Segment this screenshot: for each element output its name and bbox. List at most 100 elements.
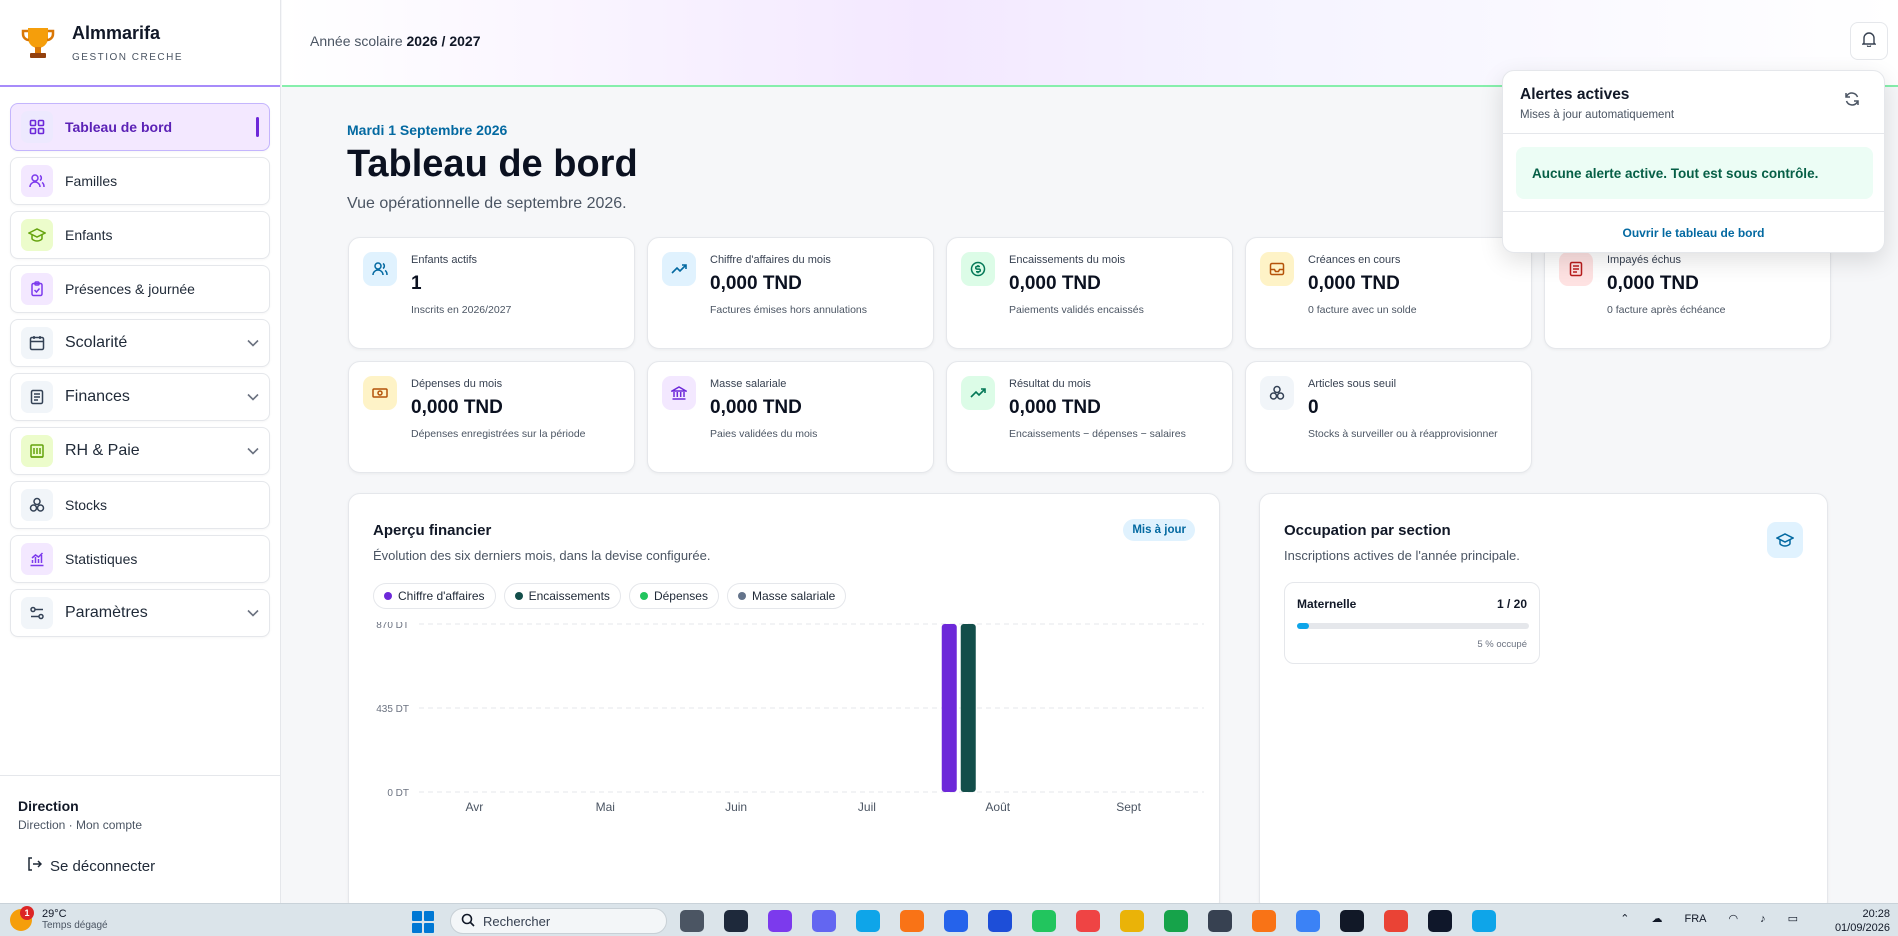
app-icon[interactable]	[1296, 910, 1320, 932]
wifi-icon[interactable]: ◠	[1728, 912, 1738, 925]
kpi-chiffre-affaires[interactable]: Chiffre d'affaires du mois 0,000 TND Fac…	[647, 237, 934, 349]
chevron-down-icon[interactable]	[247, 604, 259, 622]
users-icon	[21, 165, 53, 197]
kpi-label: Créances en cours	[1308, 254, 1401, 266]
app-icon[interactable]	[1252, 910, 1276, 932]
boxes-icon	[21, 489, 53, 521]
user-role: Direction	[18, 798, 79, 814]
kpi-caption: Paiements validés encaissés	[1009, 304, 1144, 316]
chevron-up-icon[interactable]: ⌃	[1620, 912, 1629, 925]
taskbar-search[interactable]: Rechercher	[450, 908, 667, 934]
task-view-icon[interactable]	[680, 910, 704, 932]
sidebar-item-rh-paie[interactable]: RH & Paie	[10, 427, 270, 475]
sidebar-item-presences[interactable]: Présences & journée	[10, 265, 270, 313]
refresh-icon[interactable]	[1844, 91, 1860, 112]
kpi-articles-sous-seuil[interactable]: Articles sous seuil 0 Stocks à surveille…	[1245, 361, 1532, 473]
file-explorer-icon[interactable]	[1120, 910, 1144, 932]
app-icon[interactable]	[900, 910, 924, 932]
y-tick-label: 0 DT	[387, 788, 409, 799]
kpi-depenses[interactable]: Dépenses du mois 0,000 TND Dépenses enre…	[348, 361, 635, 473]
legend-depenses[interactable]: Dépenses	[628, 583, 719, 609]
finance-card-title: Aperçu financier	[373, 522, 492, 539]
sidebar-item-enfants[interactable]: Enfants	[10, 211, 270, 259]
kpi-encaissements[interactable]: Encaissements du mois 0,000 TND Paiement…	[946, 237, 1233, 349]
clock[interactable]: 20:28 01/09/2026	[1835, 907, 1890, 935]
kpi-label: Chiffre d'affaires du mois	[710, 254, 831, 266]
school-year-value: 2026 / 2027	[406, 33, 481, 49]
system-tray: ⌃ ☁ FRA ◠ ♪ ▭	[1598, 912, 1798, 926]
legend-encaissements[interactable]: Encaissements	[503, 583, 621, 609]
kpi-value: 0,000 TND	[710, 273, 802, 294]
finance-card-subtitle: Évolution des six derniers mois, dans la…	[373, 548, 711, 563]
occupancy-card: Occupation par section Inscriptions acti…	[1259, 493, 1828, 913]
bar-chiffre-d-affaires-août[interactable]	[941, 624, 957, 792]
legend-label: Masse salariale	[751, 589, 836, 603]
kpi-creances[interactable]: Créances en cours 0,000 TND 0 facture av…	[1245, 237, 1532, 349]
sidebar-item-label: Paramètres	[65, 604, 148, 621]
user-account-link[interactable]: Direction · Mon compte	[18, 818, 262, 832]
whatsapp-icon[interactable]	[1032, 910, 1056, 932]
app-icon[interactable]	[988, 910, 1012, 932]
sidebar-item-parametres[interactable]: Paramètres	[10, 589, 270, 637]
kpi-masse-salariale[interactable]: Masse salariale 0,000 TND Paies validées…	[647, 361, 934, 473]
section-maternelle[interactable]: Maternelle 1 / 20 5 % occupé	[1284, 582, 1540, 664]
legend-masse-salariale[interactable]: Masse salariale	[726, 583, 847, 609]
legend-chiffre-affaires[interactable]: Chiffre d'affaires	[373, 583, 496, 609]
sidebar-item-finances[interactable]: Finances	[10, 373, 270, 421]
edge-icon[interactable]	[856, 910, 880, 932]
occupancy-card-subtitle: Inscriptions actives de l'année principa…	[1284, 548, 1520, 563]
chevron-down-icon[interactable]	[247, 334, 259, 352]
app-icon[interactable]	[724, 910, 748, 932]
occupancy-progress-bar	[1297, 623, 1529, 629]
cloud-off-icon[interactable]: ☁	[1651, 912, 1662, 925]
windows-start-icon[interactable]	[412, 911, 434, 933]
chrome-icon[interactable]	[1164, 910, 1188, 932]
language-indicator[interactable]: FRA	[1684, 913, 1706, 925]
occupancy-card-title: Occupation par section	[1284, 522, 1451, 539]
sidebar-item-label: Familles	[65, 173, 118, 189]
google-icon[interactable]	[1384, 910, 1408, 932]
clipboard-check-icon	[21, 273, 53, 305]
teams-icon[interactable]	[812, 910, 836, 932]
kpi-caption: 0 facture avec un solde	[1308, 304, 1417, 316]
open-dashboard-link[interactable]: Ouvrir le tableau de bord	[1503, 226, 1884, 240]
legend-dot	[514, 592, 523, 600]
battery-icon[interactable]: ▭	[1788, 912, 1798, 925]
snipping-tool-icon[interactable]	[1076, 910, 1100, 932]
kpi-caption: Inscrits en 2026/2027	[411, 304, 512, 316]
sidebar-item-statistiques[interactable]: Statistiques	[10, 535, 270, 583]
store-icon[interactable]	[944, 910, 968, 932]
updated-badge: Mis à jour	[1123, 519, 1195, 541]
chevron-down-icon[interactable]	[247, 388, 259, 406]
sidebar-item-tableau-de-bord[interactable]: Tableau de bord	[10, 103, 270, 151]
pinned-apps	[680, 910, 1516, 932]
chevron-down-icon[interactable]	[247, 442, 259, 460]
kpi-enfants-actifs[interactable]: Enfants actifs 1 Inscrits en 2026/2027	[348, 237, 635, 349]
chart-legend: Chiffre d'affaires Encaissements Dépense…	[373, 583, 854, 609]
kpi-caption: Paies validées du mois	[710, 428, 818, 440]
app-icon[interactable]	[1208, 910, 1232, 932]
weather-desc: Temps dégagé	[42, 920, 108, 931]
kpi-impayes[interactable]: Impayés échus 0,000 TND 0 facture après …	[1544, 237, 1831, 349]
weather-widget[interactable]: 1 29°C Temps dégagé	[10, 906, 108, 932]
app-icon[interactable]	[1472, 910, 1496, 932]
receipt-icon	[21, 381, 53, 413]
sidebar-item-familles[interactable]: Familles	[10, 157, 270, 205]
app-icon[interactable]	[1428, 910, 1452, 932]
brand: Almmarifa GESTION CRECHE	[0, 0, 280, 87]
chatgpt-icon[interactable]	[1340, 910, 1364, 932]
kpi-label: Impayés échus	[1607, 254, 1681, 266]
bar-encaissements-août[interactable]	[960, 624, 976, 792]
copilot-icon[interactable]	[768, 910, 792, 932]
y-tick-label: 435 DT	[376, 704, 409, 715]
sidebar-footer: Direction Direction · Mon compte Se déco…	[0, 775, 280, 903]
trending-up-icon	[961, 376, 995, 410]
sidebar-item-scolarite[interactable]: Scolarité	[10, 319, 270, 367]
notifications-button[interactable]	[1850, 22, 1888, 60]
logout-button[interactable]: Se déconnecter	[18, 856, 262, 876]
volume-icon[interactable]: ♪	[1760, 913, 1766, 925]
sidebar-item-stocks[interactable]: Stocks	[10, 481, 270, 529]
banknote-icon	[363, 376, 397, 410]
kpi-resultat[interactable]: Résultat du mois 0,000 TND Encaissements…	[946, 361, 1233, 473]
clock-date: 01/09/2026	[1834, 922, 1890, 934]
